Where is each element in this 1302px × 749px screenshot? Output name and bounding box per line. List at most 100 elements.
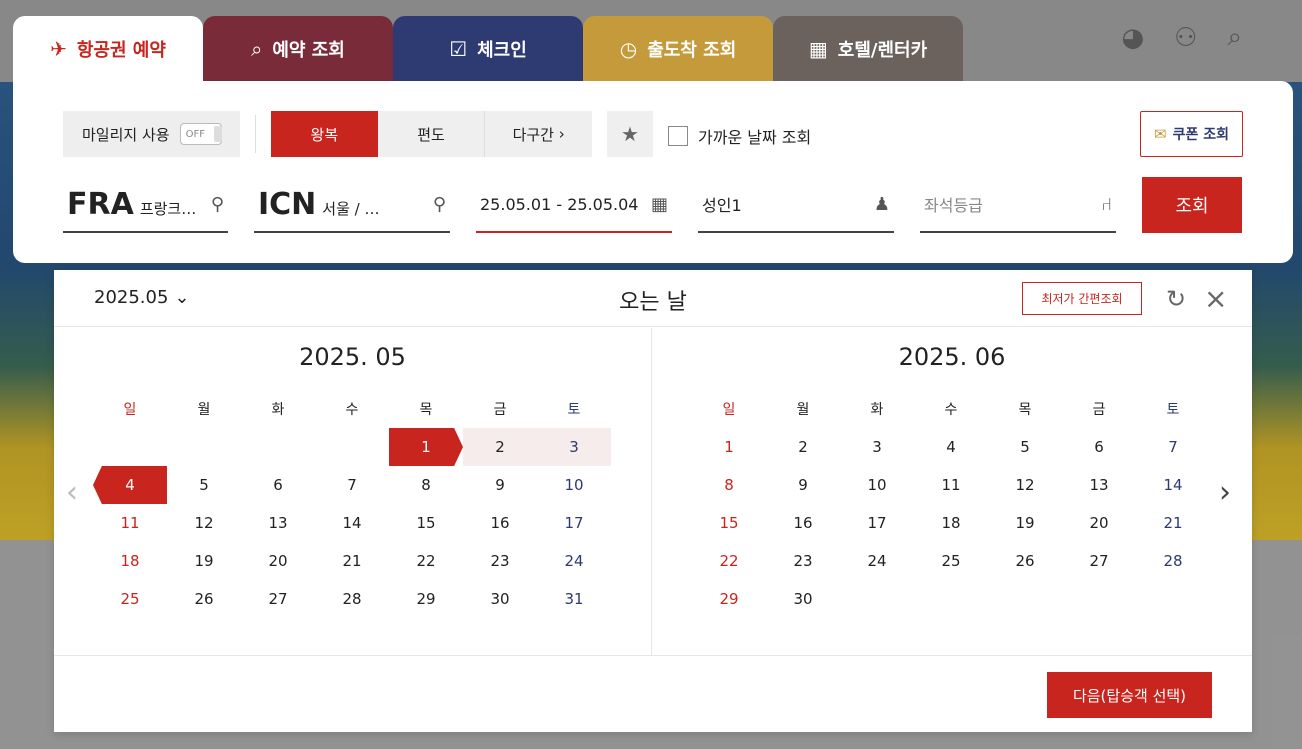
day-cell[interactable]: 17 bbox=[840, 504, 914, 542]
trip-oneway[interactable]: 편도 bbox=[378, 111, 486, 157]
day-cell[interactable]: 1 bbox=[692, 428, 766, 466]
tab-reservation-lookup[interactable]: ⌕ 예약 조회 bbox=[203, 16, 393, 82]
day-cell[interactable]: 7 bbox=[1136, 428, 1210, 466]
day-cell[interactable]: 21 bbox=[1136, 504, 1210, 542]
nearby-dates-checkbox[interactable] bbox=[668, 126, 688, 146]
person-icon: ♟ bbox=[873, 193, 890, 215]
day-cell[interactable]: 13 bbox=[241, 504, 315, 542]
close-icon[interactable]: × bbox=[1204, 282, 1227, 315]
day-cell[interactable]: 27 bbox=[241, 580, 315, 618]
day-cell[interactable]: 12 bbox=[988, 466, 1062, 504]
day-cell[interactable]: 26 bbox=[988, 542, 1062, 580]
prev-month-arrow-icon[interactable]: ‹ bbox=[66, 475, 78, 510]
tab-label: 예약 조회 bbox=[272, 40, 345, 61]
day-cell[interactable]: 1 bbox=[389, 428, 463, 466]
day-cell[interactable]: 9 bbox=[463, 466, 537, 504]
day-cell[interactable]: 6 bbox=[241, 466, 315, 504]
day-cell[interactable]: 2 bbox=[766, 428, 840, 466]
day-cell[interactable]: 4 bbox=[914, 428, 988, 466]
day-cell[interactable]: 10 bbox=[537, 466, 611, 504]
day-cell[interactable]: 5 bbox=[167, 466, 241, 504]
day-cell[interactable]: 15 bbox=[389, 504, 463, 542]
mileage-option[interactable]: 마일리지 사용 OFF bbox=[63, 111, 240, 157]
trip-multicity[interactable]: 다구간 › bbox=[485, 111, 592, 157]
day-cell[interactable]: 25 bbox=[914, 542, 988, 580]
empty-day-cell bbox=[315, 428, 389, 466]
nearby-dates-label: 가까운 날짜 조회 bbox=[698, 128, 812, 147]
day-cell[interactable]: 24 bbox=[840, 542, 914, 580]
day-cell[interactable]: 8 bbox=[389, 466, 463, 504]
favorite-star-button[interactable]: ★ bbox=[607, 111, 653, 157]
day-cell[interactable]: 19 bbox=[167, 542, 241, 580]
next-select-passenger-button[interactable]: 다음(탑승객 선택) bbox=[1047, 672, 1212, 718]
day-cell[interactable]: 2 bbox=[463, 428, 537, 466]
weekday-label: 금 bbox=[493, 402, 507, 418]
trip-roundtrip[interactable]: 왕복 bbox=[271, 111, 378, 157]
day-cell[interactable]: 30 bbox=[766, 580, 840, 618]
day-cell[interactable]: 18 bbox=[93, 542, 167, 580]
lowfare-button[interactable]: 최저가 간편조회 bbox=[1022, 282, 1142, 315]
passenger-field[interactable]: 성인1 ♟ bbox=[698, 177, 894, 233]
date-value: 25.05.01 - 25.05.04 bbox=[480, 194, 639, 214]
day-cell[interactable]: 25 bbox=[93, 580, 167, 618]
location-pin-icon: ⚲ bbox=[432, 193, 446, 215]
day-cell[interactable]: 20 bbox=[241, 542, 315, 580]
mileage-toggle[interactable]: OFF bbox=[179, 123, 222, 145]
day-cell[interactable]: 22 bbox=[389, 542, 463, 580]
day-cell[interactable]: 18 bbox=[914, 504, 988, 542]
day-cell[interactable]: 23 bbox=[463, 542, 537, 580]
day-cell[interactable]: 19 bbox=[988, 504, 1062, 542]
date-field[interactable]: 25.05.01 - 25.05.04 ▦ bbox=[476, 177, 672, 233]
tab-checkin[interactable]: ☑ 체크인 bbox=[393, 16, 583, 82]
day-cell[interactable]: 28 bbox=[1136, 542, 1210, 580]
day-cell[interactable]: 4 bbox=[93, 466, 167, 504]
week-row: 4 5 6 7 8 9 10 bbox=[93, 466, 613, 504]
next-month-arrow-icon[interactable]: › bbox=[1219, 475, 1231, 510]
day-cell[interactable]: 11 bbox=[914, 466, 988, 504]
day-cell[interactable]: 8 bbox=[692, 466, 766, 504]
mileage-label: 마일리지 사용 bbox=[82, 125, 170, 144]
day-cell[interactable]: 31 bbox=[537, 580, 611, 618]
seat-class-field[interactable]: 좌석등급 ⑁ bbox=[920, 177, 1116, 233]
day-cell[interactable]: 3 bbox=[537, 428, 611, 466]
day-cell[interactable]: 26 bbox=[167, 580, 241, 618]
day-cell[interactable]: 17 bbox=[537, 504, 611, 542]
header-search-icon[interactable]: ⌕ bbox=[1227, 22, 1242, 53]
tab-hotel-car[interactable]: ▦ 호텔/렌터카 bbox=[773, 16, 963, 82]
arrival-field[interactable]: ICN 서울 / … ⚲ bbox=[254, 177, 450, 233]
refresh-icon[interactable]: ↻ bbox=[1166, 285, 1186, 313]
location-pin-icon: ⚲ bbox=[210, 193, 224, 215]
day-cell[interactable]: 6 bbox=[1062, 428, 1136, 466]
day-cell[interactable]: 24 bbox=[537, 542, 611, 580]
day-cell[interactable]: 20 bbox=[1062, 504, 1136, 542]
day-cell[interactable]: 13 bbox=[1062, 466, 1136, 504]
day-cell[interactable]: 7 bbox=[315, 466, 389, 504]
tab-book-flight[interactable]: ✈ 항공권 예약 bbox=[13, 16, 203, 82]
day-cell[interactable]: 14 bbox=[315, 504, 389, 542]
day-cell[interactable]: 12 bbox=[167, 504, 241, 542]
tab-flight-status[interactable]: ◷ 출도착 조회 bbox=[583, 16, 773, 82]
day-cell[interactable]: 5 bbox=[988, 428, 1062, 466]
search-button[interactable]: 조회 bbox=[1142, 177, 1242, 233]
day-cell[interactable]: 30 bbox=[463, 580, 537, 618]
day-cell[interactable]: 29 bbox=[389, 580, 463, 618]
day-cell[interactable]: 10 bbox=[840, 466, 914, 504]
day-cell[interactable]: 22 bbox=[692, 542, 766, 580]
day-cell[interactable]: 9 bbox=[766, 466, 840, 504]
language-globe-icon[interactable]: ◕ bbox=[1121, 23, 1144, 53]
day-cell[interactable]: 27 bbox=[1062, 542, 1136, 580]
day-cell[interactable]: 14 bbox=[1136, 466, 1210, 504]
nearby-dates-option[interactable]: 가까운 날짜 조회 bbox=[668, 124, 811, 148]
day-cell[interactable]: 21 bbox=[315, 542, 389, 580]
day-cell[interactable]: 16 bbox=[766, 504, 840, 542]
day-cell[interactable]: 23 bbox=[766, 542, 840, 580]
day-cell[interactable]: 15 bbox=[692, 504, 766, 542]
departure-field[interactable]: FRA 프랑크… ⚲ bbox=[63, 177, 228, 233]
day-cell[interactable]: 28 bbox=[315, 580, 389, 618]
coupon-button[interactable]: ✉ 쿠폰 조회 bbox=[1140, 111, 1243, 157]
day-cell[interactable]: 29 bbox=[692, 580, 766, 618]
day-cell[interactable]: 16 bbox=[463, 504, 537, 542]
user-icon[interactable]: ⚇ bbox=[1174, 23, 1197, 53]
day-cell[interactable]: 3 bbox=[840, 428, 914, 466]
day-cell[interactable]: 11 bbox=[93, 504, 167, 542]
